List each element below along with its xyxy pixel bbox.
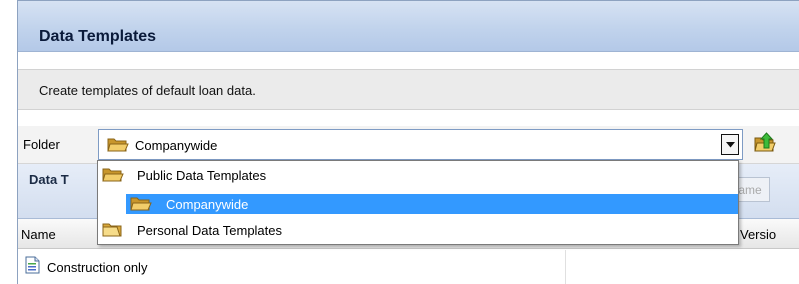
dropdown-arrow-icon[interactable] (721, 134, 739, 155)
column-header-name[interactable]: Name (21, 227, 56, 242)
dropdown-item-label: Public Data Templates (137, 168, 267, 183)
folder-select-value: Companywide (135, 138, 218, 153)
dropdown-item-companywide[interactable]: Companywide (126, 194, 738, 214)
row-name: Construction only (47, 260, 148, 275)
column-divider (565, 250, 566, 284)
dropdown-item-label: Companywide (166, 197, 249, 212)
table-row[interactable]: Construction only (18, 250, 799, 284)
folder-icon (130, 195, 152, 215)
document-icon (25, 256, 40, 277)
folder-icon (102, 221, 124, 241)
title-bar: Data Templates (18, 1, 799, 52)
dropdown-item-public-data-templates[interactable]: Public Data Templates (102, 165, 734, 185)
panel-description: Create templates of default loan data. (39, 83, 256, 98)
dropdown-item-personal-data-templates[interactable]: Personal Data Templates (102, 220, 734, 240)
description-bar: Create templates of default loan data. (18, 69, 799, 110)
column-header-version[interactable]: Versio (740, 227, 776, 242)
section-title: Data T (29, 172, 69, 187)
folder-up-icon[interactable] (753, 131, 777, 155)
folder-label: Folder (23, 137, 60, 152)
folder-dropdown-list: Public Data Templates Companywide Person… (97, 160, 739, 245)
folder-row: Folder Companywide (18, 126, 799, 164)
folder-icon (102, 166, 124, 186)
panel-title: Data Templates (39, 28, 157, 45)
dropdown-item-label: Personal Data Templates (137, 223, 283, 238)
folder-select[interactable]: Companywide (98, 129, 743, 160)
folder-icon (107, 136, 129, 156)
